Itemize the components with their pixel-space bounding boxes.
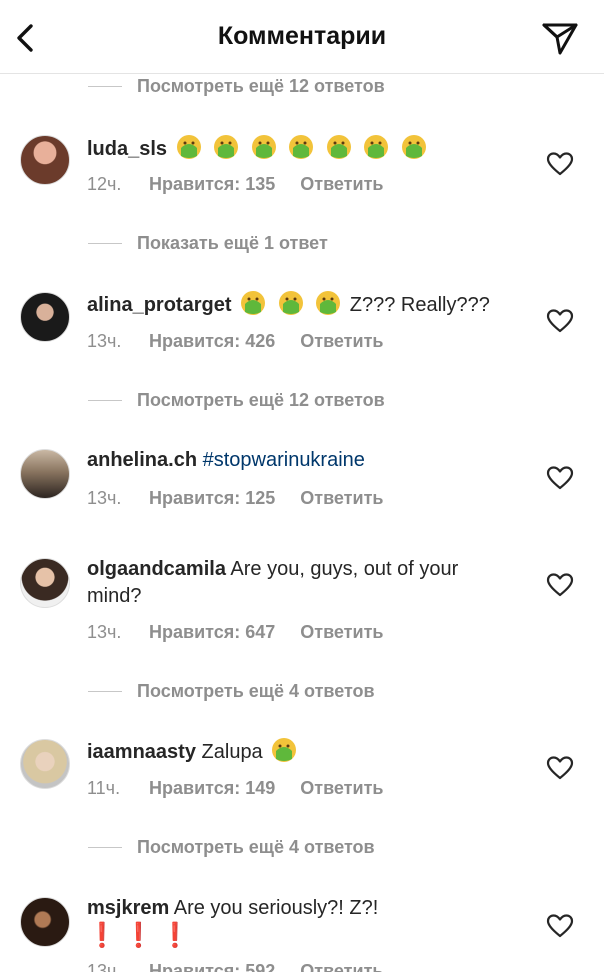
reply-button[interactable]: Ответить bbox=[300, 961, 383, 972]
avatar[interactable] bbox=[20, 897, 70, 947]
likes-count[interactable]: Нравится: 135 bbox=[149, 174, 275, 195]
view-replies-label: Показать ещё 1 ответ bbox=[137, 232, 328, 253]
face-vomiting-emoji-icon bbox=[241, 291, 266, 315]
view-replies-link[interactable]: Посмотреть ещё 4 ответов bbox=[88, 678, 375, 704]
avatar[interactable] bbox=[20, 135, 70, 185]
username[interactable]: msjkrem bbox=[87, 897, 169, 919]
comment-body: luda_sls bbox=[87, 134, 527, 163]
divider-line bbox=[88, 846, 122, 848]
view-replies-label: Посмотреть ещё 12 ответов bbox=[137, 75, 385, 96]
view-replies-link[interactable]: Посмотреть ещё 12 ответов bbox=[88, 73, 385, 99]
page-title: Комментарии bbox=[217, 22, 387, 50]
face-vomiting-emoji-icon bbox=[364, 135, 389, 159]
view-replies-label: Посмотреть ещё 4 ответов bbox=[137, 680, 375, 701]
heart-icon[interactable] bbox=[546, 465, 574, 491]
reply-button[interactable]: Ответить bbox=[300, 778, 383, 799]
likes-count[interactable]: Нравится: 125 bbox=[149, 488, 275, 509]
heart-icon[interactable] bbox=[546, 572, 574, 598]
view-replies-label: Посмотреть ещё 12 ответов bbox=[137, 389, 385, 410]
face-vomiting-emoji-icon bbox=[316, 291, 341, 315]
timestamp: 13ч. bbox=[87, 487, 122, 508]
comment-meta: 13ч. Нравится: 647 Ответить bbox=[87, 620, 383, 644]
face-vomiting-emoji-icon bbox=[401, 135, 426, 159]
emoji-group bbox=[237, 291, 350, 316]
emoji-group bbox=[173, 135, 430, 160]
comment-text: Are you seriously?! Z?! bbox=[173, 897, 379, 919]
view-replies-label: Посмотреть ещё 4 ответов bbox=[137, 836, 375, 857]
likes-count[interactable]: Нравится: 426 bbox=[149, 331, 275, 352]
face-vomiting-emoji-icon bbox=[278, 291, 303, 315]
face-vomiting-emoji-icon bbox=[214, 135, 239, 159]
heart-icon[interactable] bbox=[546, 913, 574, 939]
reply-button[interactable]: Ответить bbox=[300, 488, 383, 509]
timestamp: 11ч. bbox=[87, 777, 121, 798]
heart-icon[interactable] bbox=[546, 308, 574, 334]
comment-meta: 11ч. Нравится: 149 Ответить bbox=[87, 776, 383, 800]
face-vomiting-emoji-icon bbox=[272, 738, 297, 762]
username[interactable]: luda_sls bbox=[87, 138, 167, 160]
timestamp: 13ч. bbox=[87, 960, 122, 972]
divider-line bbox=[88, 690, 122, 692]
divider-line bbox=[88, 399, 122, 401]
header-bar: Комментарии bbox=[0, 0, 604, 74]
face-vomiting-emoji-icon bbox=[251, 135, 276, 159]
face-vomiting-emoji-icon bbox=[176, 135, 201, 159]
comment-meta: 12ч. Нравится: 135 Ответить bbox=[87, 172, 383, 196]
likes-count[interactable]: Нравится: 647 bbox=[149, 622, 275, 643]
likes-count[interactable]: Нравится: 592 bbox=[149, 961, 275, 972]
comment-meta: 13ч. Нравится: 125 Ответить bbox=[87, 486, 383, 510]
reply-button[interactable]: Ответить bbox=[300, 174, 383, 195]
timestamp: 13ч. bbox=[87, 330, 122, 351]
face-vomiting-emoji-icon bbox=[326, 135, 351, 159]
reply-button[interactable]: Ответить bbox=[300, 331, 383, 352]
likes-count[interactable]: Нравится: 149 bbox=[149, 778, 275, 799]
comment-body: anhelina.ch #stopwarinukraine bbox=[87, 447, 527, 474]
timestamp: 12ч. bbox=[87, 173, 122, 194]
comment-text: Z??? Really??? bbox=[349, 294, 490, 316]
face-vomiting-emoji-icon bbox=[289, 135, 314, 159]
comment-meta: 13ч. Нравится: 592 Ответить bbox=[87, 959, 383, 972]
heart-icon[interactable] bbox=[546, 755, 574, 781]
reply-button[interactable]: Ответить bbox=[300, 622, 383, 643]
heart-icon[interactable] bbox=[546, 151, 574, 177]
divider-line bbox=[88, 242, 122, 244]
comment-body: msjkrem Are you seriously?! Z?! ❗ ❗ ❗ bbox=[87, 895, 527, 951]
comment-body: iaamnaasty Zalupa bbox=[87, 737, 527, 766]
timestamp: 13ч. bbox=[87, 621, 122, 642]
avatar[interactable] bbox=[20, 739, 70, 789]
view-replies-link[interactable]: Посмотреть ещё 12 ответов bbox=[88, 387, 385, 413]
comment-body: alina_protarget Z??? Really??? bbox=[87, 290, 527, 319]
username[interactable]: alina_protarget bbox=[87, 294, 231, 316]
view-replies-link[interactable]: Показать ещё 1 ответ bbox=[88, 230, 328, 256]
avatar[interactable] bbox=[20, 292, 70, 342]
exclamation-emoji-icon: ❗ ❗ ❗ bbox=[87, 922, 190, 949]
comment-meta: 13ч. Нравится: 426 Ответить bbox=[87, 329, 383, 353]
divider-line bbox=[88, 85, 122, 87]
avatar[interactable] bbox=[20, 449, 70, 499]
view-replies-link[interactable]: Посмотреть ещё 4 ответов bbox=[88, 834, 375, 860]
send-icon[interactable] bbox=[541, 20, 579, 56]
comment-text: Zalupa bbox=[201, 741, 263, 763]
username[interactable]: iaamnaasty bbox=[87, 741, 196, 763]
comment-body: olgaandcamila Are you, guys, out of your… bbox=[87, 556, 487, 610]
hashtag-link[interactable]: #stopwarinukraine bbox=[203, 449, 365, 471]
username[interactable]: olgaandcamila bbox=[87, 558, 226, 580]
avatar[interactable] bbox=[20, 558, 70, 608]
username[interactable]: anhelina.ch bbox=[87, 449, 197, 471]
